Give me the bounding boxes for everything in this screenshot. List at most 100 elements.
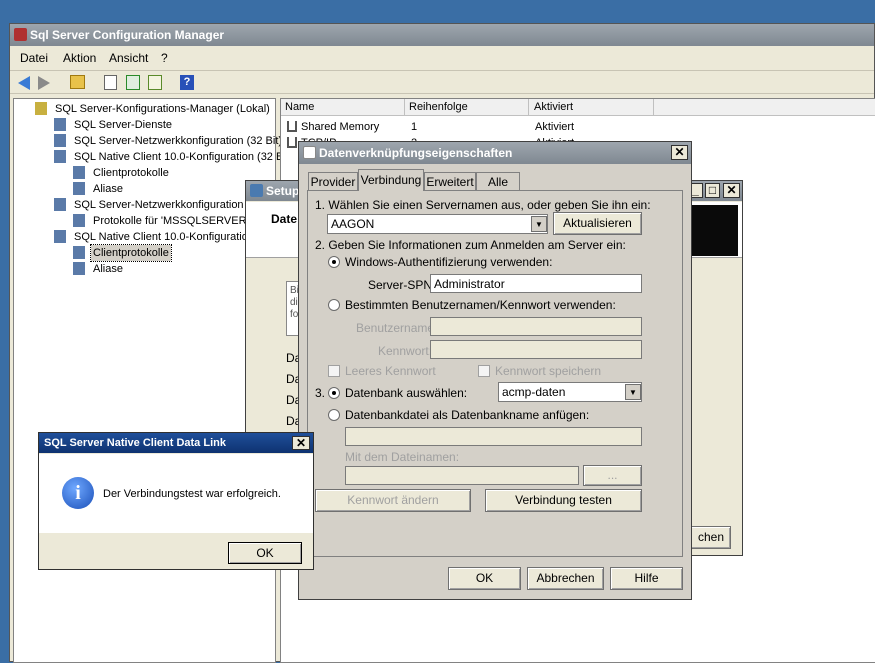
tree-item-label: SQL Native Client 10.0-Konfiguration (32…	[74, 151, 293, 163]
menu-bar: Datei Aktion Ansicht ?	[10, 48, 874, 68]
tree-node-icon	[54, 134, 66, 147]
menu-aktion[interactable]: Aktion	[63, 48, 96, 68]
chevron-down-icon[interactable]: ▼	[531, 216, 547, 232]
attach-db-radio[interactable]	[328, 409, 340, 421]
browse-button[interactable]: ...	[583, 465, 642, 486]
tab-provider[interactable]: Provider	[308, 172, 358, 190]
menu-help[interactable]: ?	[161, 48, 168, 68]
tree-node-icon	[54, 150, 66, 163]
toolbar: ?	[10, 70, 874, 94]
setup-maximize-button[interactable]: □	[705, 183, 720, 198]
save-password-checkbox[interactable]	[478, 365, 490, 377]
cancel-button[interactable]: Abbrechen	[527, 567, 604, 590]
tree-node-icon	[54, 118, 66, 131]
main-titlebar[interactable]: Sql Server Configuration Manager	[10, 24, 874, 46]
tab-verbindung[interactable]: Verbindung	[358, 169, 424, 191]
protocol-icon	[287, 121, 297, 132]
help-button[interactable]: Hilfe	[610, 567, 683, 590]
select-db-radio[interactable]	[328, 387, 340, 399]
ok-button[interactable]: OK	[448, 567, 521, 590]
setup-title: Setup	[266, 184, 300, 198]
attach-db-field[interactable]	[345, 427, 642, 446]
message-ok-button[interactable]: OK	[228, 542, 302, 564]
tree-item-label: SQL Server-Konfigurations-Manager (Lokal…	[55, 103, 270, 115]
list-row[interactable]: Shared Memory 1 Aktiviert	[281, 119, 875, 135]
setup-heading: Date	[271, 212, 298, 226]
tab-erweitert[interactable]: Erweitert	[424, 172, 476, 190]
tree-node-icon	[54, 230, 66, 243]
setup-icon	[250, 184, 263, 197]
password-field[interactable]	[430, 340, 642, 359]
win-auth-radio[interactable]	[328, 256, 340, 268]
specific-user-radio[interactable]	[328, 299, 340, 311]
step2-label: 2. Geben Sie Informationen zum Anmelden …	[315, 238, 626, 252]
spn-field[interactable]: Administrator	[430, 274, 642, 293]
menu-ansicht[interactable]: Ansicht	[109, 48, 148, 68]
back-arrow-icon[interactable]	[18, 76, 30, 90]
tree-item-label: SQL Server-Dienste	[74, 119, 173, 131]
row-enabled: Aktiviert	[535, 121, 575, 133]
message-close-button[interactable]: ✕	[292, 436, 310, 450]
change-password-button[interactable]: Kennwort ändern	[315, 489, 471, 512]
tab-panel: 1. Wählen Sie einen Servernamen aus, ode…	[307, 190, 683, 557]
props-close-button[interactable]: ✕	[671, 145, 688, 160]
menu-datei[interactable]: Datei	[20, 48, 48, 68]
spn-label: Server-SPN:	[368, 278, 436, 292]
tree-node-icon	[73, 166, 85, 179]
tree-node-icon	[73, 246, 85, 259]
win-auth-label[interactable]: Windows-Authentifizierung verwenden:	[345, 255, 552, 269]
test-connection-button[interactable]: Verbindung testen	[485, 489, 642, 512]
tab-alle[interactable]: Alle	[476, 172, 520, 190]
attach-db-label[interactable]: Datenbankdatei als Datenbankname anfügen…	[345, 408, 589, 422]
up-folder-icon[interactable]	[70, 75, 85, 89]
refresh-button[interactable]: Aktualisieren	[553, 212, 642, 235]
computer-icon	[686, 205, 738, 256]
select-db-label[interactable]: Datenbank auswählen:	[345, 386, 467, 400]
chevron-down-icon[interactable]: ▼	[625, 384, 641, 400]
message-box: SQL Server Native Client Data Link ✕ i D…	[38, 432, 314, 570]
setup-close-button[interactable]: ✕	[723, 183, 740, 198]
main-title: Sql Server Configuration Manager	[30, 28, 225, 42]
tree-item-label: Protokolle für 'MSSQLSERVER'	[93, 215, 249, 227]
info-icon: i	[62, 477, 94, 509]
step3-label: 3.	[315, 386, 326, 400]
blank-password-label: Leeres Kennwort	[345, 364, 436, 378]
refresh-icon[interactable]	[126, 75, 140, 90]
props-titlebar[interactable]: Datenverknüpfungseigenschaften	[299, 142, 691, 164]
tree-node-icon	[73, 182, 85, 195]
filename-field[interactable]	[345, 466, 579, 485]
list-header: Name Reihenfolge Aktiviert	[281, 99, 875, 116]
export-icon[interactable]	[148, 75, 162, 90]
specific-user-label[interactable]: Bestimmten Benutzernamen/Kennwort verwen…	[345, 298, 616, 312]
tree-item-label: Clientprotokolle	[93, 167, 169, 179]
column-name[interactable]: Name	[285, 99, 405, 115]
forward-arrow-icon[interactable]	[38, 76, 50, 90]
server-combobox[interactable]: AAGON	[327, 214, 548, 234]
column-order[interactable]: Reihenfolge	[409, 99, 529, 115]
username-field[interactable]	[430, 317, 642, 336]
tree-node-icon	[73, 214, 85, 227]
username-label: Benutzername:	[356, 321, 438, 335]
tree-item-label: SQL Server-Netzwerkkonfiguration (32 Bit…	[74, 135, 283, 147]
tree-item-label: SQL Server-Netzwerkkonfiguration	[74, 199, 244, 211]
password-label: Kennwort:	[378, 344, 433, 358]
list-view-icon[interactable]	[104, 75, 117, 90]
column-enabled[interactable]: Aktiviert	[534, 99, 654, 115]
tree-item-label: SQL Native Client 10.0-Konfiguration	[74, 231, 254, 243]
save-password-label: Kennwort speichern	[495, 364, 602, 378]
step1-label: 1. Wählen Sie einen Servernamen aus, ode…	[315, 198, 651, 212]
message-text: Der Verbindungstest war erfolgreich.	[103, 488, 281, 500]
tree-item-label: Aliase	[93, 263, 123, 275]
tree-node-icon	[54, 198, 66, 211]
database-combobox[interactable]: acmp-daten	[498, 382, 642, 402]
datalink-icon	[303, 146, 316, 159]
message-titlebar[interactable]: SQL Server Native Client Data Link	[39, 433, 313, 453]
message-title: SQL Server Native Client Data Link	[44, 437, 226, 449]
blank-password-checkbox[interactable]	[328, 365, 340, 377]
props-dialog: Datenverknüpfungseigenschaften ✕ Provide…	[298, 141, 692, 600]
help-icon[interactable]: ?	[180, 75, 194, 90]
message-body: i Der Verbindungstest war erfolgreich.	[39, 454, 313, 533]
row-order: 1	[411, 121, 418, 133]
tree-pane[interactable]: SQL Server-Konfigurations-Manager (Lokal…	[13, 98, 292, 663]
protocol-icon	[287, 137, 297, 148]
